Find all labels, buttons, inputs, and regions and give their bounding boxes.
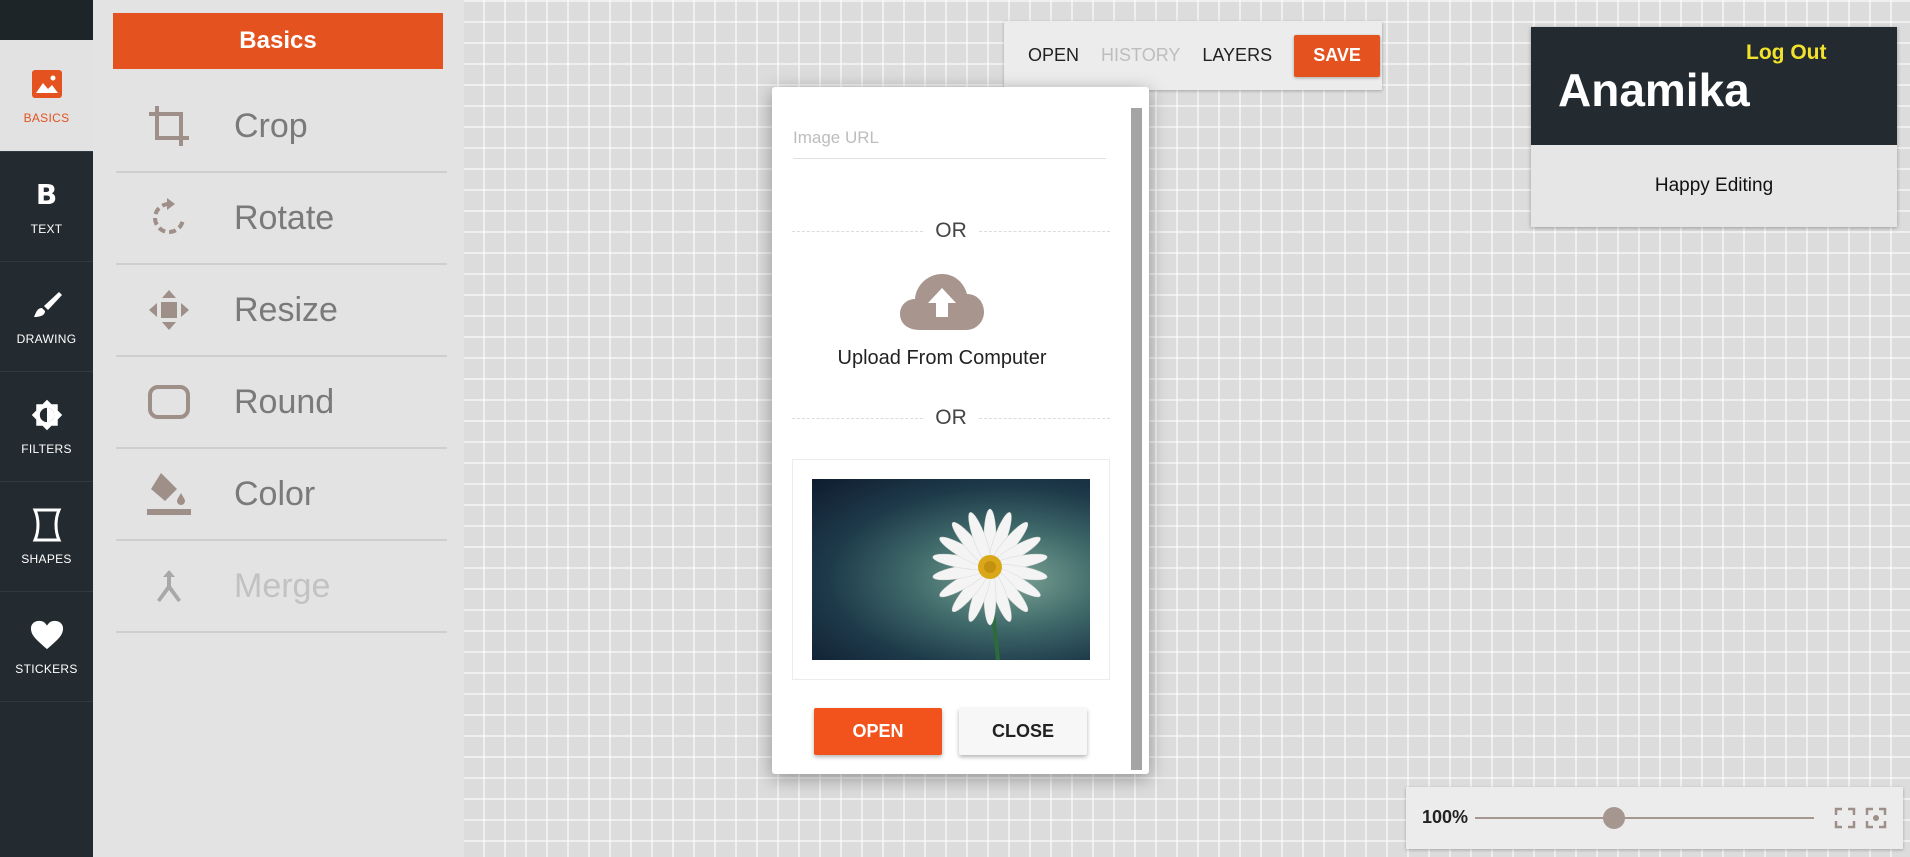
rail-item-filters[interactable]: FILTERS xyxy=(0,372,93,482)
tool-round[interactable]: Round xyxy=(116,357,447,449)
rail-label-basics: BASICS xyxy=(23,110,70,125)
tool-label-merge: Merge xyxy=(234,566,331,605)
tool-panel: Basics Crop Rotate Resize Round Color Me… xyxy=(93,0,464,857)
layers-button[interactable]: LAYERS xyxy=(1202,45,1272,66)
tool-color[interactable]: Color xyxy=(116,449,447,541)
rail-label-filters: FILTERS xyxy=(21,441,72,456)
tool-label-crop: Crop xyxy=(234,106,308,145)
dialog-scrollbar[interactable] xyxy=(1131,108,1142,770)
rounded-rect-icon xyxy=(144,384,194,420)
tool-label-round: Round xyxy=(234,382,335,421)
or-label-2: OR xyxy=(935,406,967,429)
zoom-slider-thumb[interactable] xyxy=(1602,807,1625,829)
zoom-bar: 100% xyxy=(1406,787,1903,849)
dialog-open-button[interactable]: OPEN xyxy=(814,708,942,755)
rail-item-drawing[interactable]: DRAWING xyxy=(0,262,93,372)
paint-bucket-icon xyxy=(144,471,194,517)
move-icon xyxy=(144,288,194,332)
focus-center-icon[interactable] xyxy=(1865,807,1887,829)
bold-icon: B xyxy=(35,178,58,211)
sample-image-daisy[interactable] xyxy=(812,479,1090,660)
rail-label-text: TEXT xyxy=(30,221,63,236)
tool-crop[interactable]: Crop xyxy=(116,81,447,173)
open-menu-button[interactable]: OPEN xyxy=(1028,45,1079,66)
tool-label-resize: Resize xyxy=(234,290,338,329)
zoom-slider[interactable] xyxy=(1475,807,1814,829)
panel-title: Basics xyxy=(113,13,443,69)
rail-label-shapes: SHAPES xyxy=(21,551,72,566)
open-image-dialog: OR Upload From Computer OR xyxy=(772,87,1149,774)
rail-top xyxy=(0,0,93,40)
dialog-close-button[interactable]: CLOSE xyxy=(959,708,1087,755)
rail-item-stickers[interactable]: STICKERS xyxy=(0,592,93,702)
crop-icon xyxy=(144,104,194,148)
or-divider-1: OR xyxy=(792,219,1110,242)
tool-rotate[interactable]: Rotate xyxy=(116,173,447,265)
top-toolbar: OPEN HISTORY LAYERS SAVE xyxy=(1004,21,1382,90)
image-url-input[interactable] xyxy=(793,117,1106,159)
merge-icon xyxy=(144,568,194,604)
upload-label: Upload From Computer xyxy=(837,347,1047,369)
user-card-header: Log Out Anamika xyxy=(1531,27,1897,145)
tool-label-color: Color xyxy=(234,474,316,513)
cloud-upload-icon xyxy=(898,272,986,337)
shape-icon xyxy=(30,508,64,542)
tool-list: Crop Rotate Resize Round Color Merge xyxy=(116,81,447,633)
rail-label-drawing: DRAWING xyxy=(16,331,77,346)
zoom-level-label: 100% xyxy=(1422,807,1469,827)
heart-icon xyxy=(30,618,64,652)
upload-from-computer[interactable]: Upload From Computer xyxy=(812,272,1072,370)
brush-icon xyxy=(30,288,64,322)
tool-label-rotate: Rotate xyxy=(234,198,335,237)
or-divider-2: OR xyxy=(792,406,1110,429)
history-button: HISTORY xyxy=(1101,45,1181,65)
image-icon xyxy=(30,67,64,101)
rail-item-shapes[interactable]: SHAPES xyxy=(0,482,93,592)
sample-image-box xyxy=(792,459,1110,680)
user-name: Anamika xyxy=(1558,64,1750,116)
rail-item-text[interactable]: B TEXT xyxy=(0,152,93,262)
logout-link[interactable]: Log Out xyxy=(1746,41,1826,65)
rail-label-stickers: STICKERS xyxy=(15,661,78,676)
tool-resize[interactable]: Resize xyxy=(116,265,447,357)
user-card: Log Out Anamika Happy Editing xyxy=(1531,27,1897,227)
user-greeting: Happy Editing xyxy=(1654,175,1774,196)
or-label-1: OR xyxy=(935,219,967,242)
brightness-icon xyxy=(30,398,64,432)
fit-screen-icon[interactable] xyxy=(1834,807,1856,829)
icon-rail: BASICS B TEXT DRAWING FILTERS SHAPES STI… xyxy=(0,0,93,857)
rotate-icon xyxy=(144,198,194,238)
rail-item-basics[interactable]: BASICS xyxy=(0,40,93,152)
tool-merge: Merge xyxy=(116,541,447,633)
save-button[interactable]: SAVE xyxy=(1294,34,1381,77)
